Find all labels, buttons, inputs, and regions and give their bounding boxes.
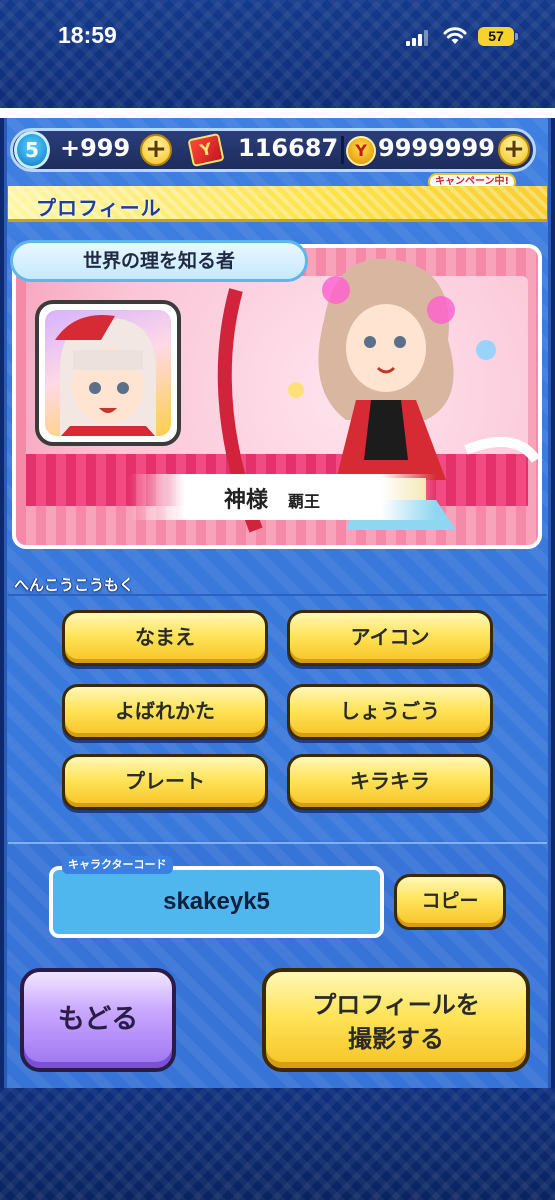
player-name: 神様 <box>224 488 269 513</box>
copy-button[interactable]: コピー <box>394 874 506 930</box>
wifi-icon <box>443 27 467 44</box>
edit-sparkle-button[interactable]: キラキラ <box>287 754 493 810</box>
coin-count: 9999999 <box>378 134 495 162</box>
avatar <box>35 300 181 446</box>
status-bar: 18:59 57 <box>0 18 555 58</box>
stamina-gem-icon: 5 <box>14 131 50 169</box>
avatar-character-icon <box>55 315 156 436</box>
take-profile-photo-button[interactable]: プロフィールを 撮影する <box>262 968 530 1072</box>
page-title: プロフィール <box>36 196 162 220</box>
player-rank: 覇王 <box>288 492 321 511</box>
bottom-background <box>0 1088 555 1200</box>
stamina-count: +999 <box>60 134 131 162</box>
edit-title-button[interactable]: しょうごう <box>287 684 493 740</box>
top-divider <box>0 108 555 118</box>
title-banner: 世界の理を知る者 <box>10 240 308 282</box>
name-plate <box>130 474 436 520</box>
avatar-image <box>45 310 171 436</box>
photo-button-line2: 撮影する <box>348 1025 444 1053</box>
edit-name-button[interactable]: なまえ <box>62 610 268 666</box>
character-code-label: キャラクターコード <box>62 856 173 874</box>
edit-nickname-button[interactable]: よばれかた <box>62 684 268 740</box>
ticket-count: 116687 <box>238 134 339 162</box>
clock: 18:59 <box>58 22 117 48</box>
edit-section-label: へんこうこうもく <box>14 576 135 594</box>
back-button[interactable]: もどる <box>20 968 176 1072</box>
signal-icon <box>406 30 430 46</box>
add-stamina-button[interactable]: + <box>140 134 172 166</box>
add-coins-button[interactable]: + <box>498 134 530 166</box>
edit-plate-button[interactable]: プレート <box>62 754 268 810</box>
edit-icon-button[interactable]: アイコン <box>287 610 493 666</box>
photo-button-line1: プロフィールを <box>312 991 480 1019</box>
character-code-field[interactable]: skakeyk5 <box>49 866 384 938</box>
currency-divider <box>341 136 344 164</box>
battery-icon: 57 <box>478 27 518 46</box>
coin-icon: Y <box>346 136 376 166</box>
